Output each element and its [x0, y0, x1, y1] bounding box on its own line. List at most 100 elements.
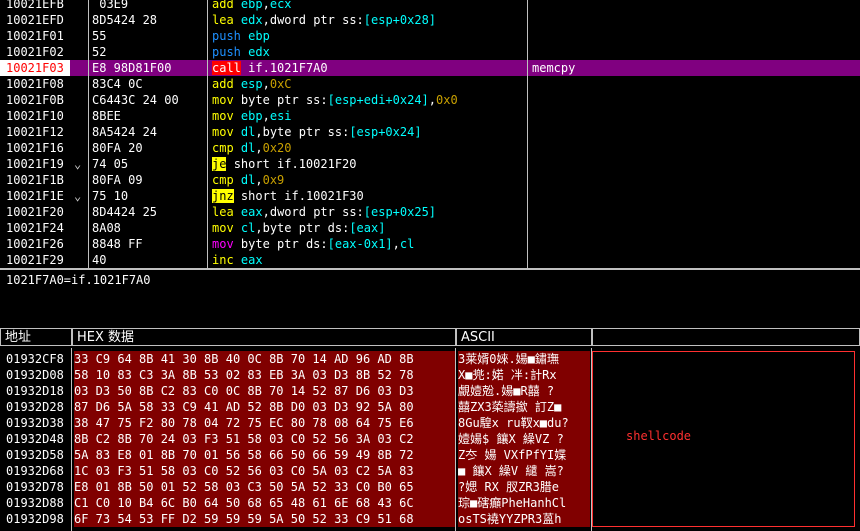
disasm-row[interactable]: 10021F12 8A5424 24 mov dl,byte ptr ss:[esp…	[0, 124, 860, 140]
disasm-instruction: lea eax,dword ptr ss:[esp+0x25]	[212, 204, 436, 220]
dump-address: 01932D88	[6, 496, 64, 510]
disasm-instruction: cmp dl,0x20	[212, 140, 292, 156]
disasm-row[interactable]: 10021F1E ⌄ 75 10 jnz short if.10021F30	[0, 188, 860, 204]
dump-address: 01932D18	[6, 384, 64, 398]
disasm-divider-2	[207, 0, 208, 268]
operand: ,	[262, 0, 270, 11]
operand: ,	[255, 125, 263, 139]
disasm-row[interactable]: 10021F08 83C4 0C add esp,0xC	[0, 76, 860, 92]
operand	[226, 157, 233, 171]
disasm-row[interactable]: 10021F10 8BEE mov ebp,esi	[0, 108, 860, 124]
dump-hex-bytes: 1C 03 F3 51 58 03 C0 52 56 03 C0 5A 03 C…	[74, 463, 456, 479]
disasm-row[interactable]: 10021F19 ⌄ 74 05 je short if.10021F20	[0, 156, 860, 172]
mnemonic: add	[212, 0, 234, 11]
disasm-comment: memcpy	[532, 61, 576, 75]
dump-hex-bytes: 8B C2 8B 70 24 03 F3 51 58 03 C0 52 56 3…	[74, 431, 456, 447]
disasm-address: 10021F19	[6, 157, 64, 171]
disasm-instruction: inc eax	[212, 252, 263, 268]
operand: byte ptr ds:	[262, 221, 350, 235]
disasm-instruction: add ebp,ecx	[212, 0, 292, 12]
operand: 0xC	[269, 77, 292, 91]
dump-hex-bytes: 58 10 83 C3 3A 8B 53 02 83 EB 3A 03 D3 8…	[74, 367, 456, 383]
mnemonic: call	[212, 61, 241, 75]
disasm-row[interactable]: 10021EFB 03E9 add ebp,ecx	[0, 0, 860, 12]
dump-header: 地址 HEX 数据 ASCII	[0, 328, 860, 348]
mnemonic: mov	[212, 93, 234, 107]
disasm-hex: 80FA 09	[92, 173, 143, 187]
disasm-hex: 83C4 0C	[92, 77, 143, 91]
operand	[234, 221, 241, 235]
mnemonic: mov	[212, 125, 234, 139]
disasm-address: 10021F08	[6, 77, 64, 91]
dump-address: 01932D98	[6, 512, 64, 526]
dump-ascii: 囍ZX3蒅譸撳 訂Z■	[458, 399, 590, 415]
dump-hex-bytes: E8 01 8B 50 01 52 58 03 C3 50 5A 52 33 C…	[74, 479, 456, 495]
operand: eax	[240, 253, 263, 267]
dump-hex-bytes: 6F 73 54 53 FF D2 59 59 59 5A 50 52 33 C…	[74, 511, 456, 527]
disasm-instruction: mov cl,byte ptr ds:[eax]	[212, 220, 385, 236]
dump-header-address[interactable]: 地址	[0, 328, 72, 346]
disasm-row[interactable]: 10021F0B C6443C 24 00 mov byte ptr ss:[esp…	[0, 92, 860, 108]
disassembly-pane[interactable]: 10021EFB 03E9 add ebp,ecx 10021EFD 8D5424 2…	[0, 0, 860, 268]
disasm-address: 10021F26	[6, 237, 64, 251]
disasm-hex: 80FA 20	[92, 141, 143, 155]
operand: byte ptr ss:	[240, 93, 328, 107]
dump-header-hex[interactable]: HEX 数据	[72, 328, 456, 346]
operand: ebp	[248, 29, 270, 43]
disasm-row[interactable]: 10021F01 55 push ebp	[0, 28, 860, 44]
disasm-row[interactable]: 10021F02 52 push edx	[0, 44, 860, 60]
dump-header-ascii[interactable]: ASCII	[456, 328, 592, 346]
operand: ebp	[240, 109, 263, 123]
operand: [eax-0x1]	[327, 237, 393, 251]
disasm-instruction: mov ebp,esi	[212, 108, 292, 124]
mnemonic: mov	[212, 221, 234, 235]
disasm-row[interactable]: 10021F24 8A08 mov cl,byte ptr ds:[eax]	[0, 220, 860, 236]
dump-address: 01932D28	[6, 400, 64, 414]
operand	[234, 0, 241, 11]
operand: cl	[240, 221, 256, 235]
mnemonic: je	[212, 157, 227, 171]
disasm-instruction: mov byte ptr ss:[esp+edi+0x24],0x0	[212, 92, 458, 108]
disasm-hex: 8BEE	[92, 109, 121, 123]
operand: dword ptr ss:	[269, 205, 364, 219]
dump-ascii: 琮■磍癲PheHanhCl	[458, 495, 590, 511]
operand	[234, 173, 241, 187]
operand: [esp+0x25]	[363, 205, 437, 219]
disasm-row[interactable]: 10021F03 E8 98D81F00 call if.1021F7A0 memcp…	[0, 60, 860, 76]
shellcode-annotation-label: shellcode	[626, 429, 692, 443]
info-pane: 1021F7A0=if.1021F7A0	[0, 268, 860, 330]
dump-ascii: osTS襓YYZPR3蒕h	[458, 511, 590, 527]
operand: ,	[262, 205, 270, 219]
disasm-instruction: jnz short if.10021F30	[212, 188, 364, 204]
operand	[234, 109, 241, 123]
operand: ebp	[240, 0, 263, 11]
mnemonic: lea	[212, 13, 234, 27]
disasm-address: 10021F29	[6, 253, 64, 267]
disasm-instruction: push ebp	[212, 28, 270, 44]
operand: esi	[269, 109, 292, 123]
dump-address: 01932D08	[6, 368, 64, 382]
disasm-row[interactable]: 10021F26 8848 FF mov byte ptr ds:[eax-0x1]…	[0, 236, 860, 252]
disasm-address: 10021F02	[6, 45, 64, 59]
jump-arrow-icon: ⌄	[74, 157, 82, 171]
disasm-address: 10021F03	[0, 60, 70, 76]
operand: ,	[262, 77, 270, 91]
disasm-address: 10021F12	[6, 125, 64, 139]
operand: 0x20	[262, 141, 292, 155]
disasm-address: 10021F24	[6, 221, 64, 235]
operand: ,	[255, 221, 263, 235]
jump-arrow-icon: ⌄	[74, 189, 82, 203]
dump-address: 01932D58	[6, 448, 64, 462]
disasm-row[interactable]: 10021F29 40 inc eax	[0, 252, 860, 268]
operand: byte ptr ss:	[262, 125, 350, 139]
operand: short if.10021F30	[240, 189, 364, 203]
disasm-row[interactable]: 10021F1B 80FA 09 cmp dl,0x9	[0, 172, 860, 188]
disasm-row[interactable]: 10021F16 80FA 20 cmp dl,0x20	[0, 140, 860, 156]
operand	[234, 253, 241, 267]
dump-address: 01932D38	[6, 416, 64, 430]
disasm-row[interactable]: 10021F20 8D4424 25 lea eax,dword ptr ss:[e…	[0, 204, 860, 220]
operand	[234, 13, 241, 27]
dump-ascii: ?媤 RX 肞ZR3腊e	[458, 479, 590, 495]
operand	[234, 141, 241, 155]
disasm-row[interactable]: 10021EFD 8D5424 28 lea edx,dword ptr ss:[e…	[0, 12, 860, 28]
